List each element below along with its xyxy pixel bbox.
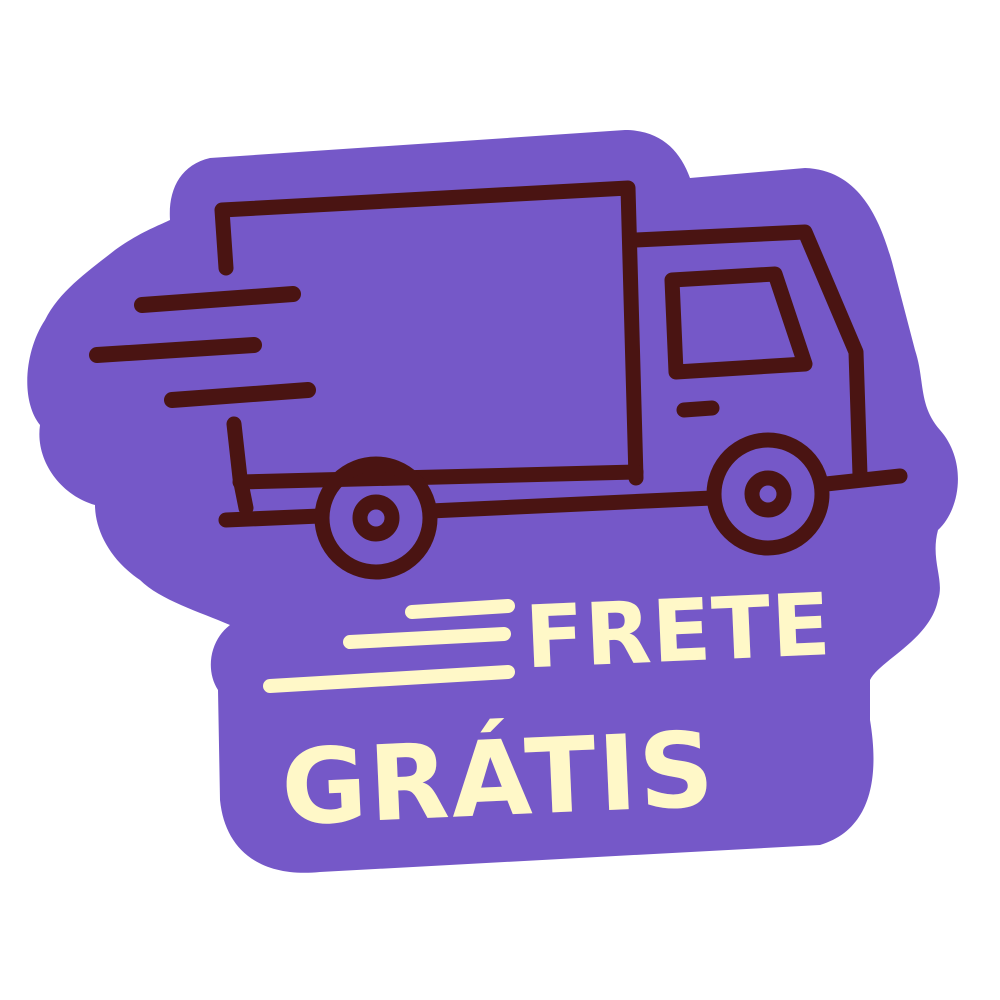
badge-line-frete: FRETE — [523, 575, 833, 688]
truck-chassis-right — [818, 468, 908, 492]
badge-line-gratis: GRÁTIS — [279, 708, 718, 849]
speed-line-middle — [89, 337, 262, 363]
text-motion-line-2 — [343, 627, 511, 649]
free-shipping-sticker: FRETE GRÁTIS — [27, 130, 958, 873]
speed-line-bottom — [164, 382, 316, 408]
text-motion-line-1 — [405, 599, 515, 619]
truck-cargo-floor — [232, 464, 644, 490]
speed-line-top — [134, 286, 301, 313]
truck-chassis-left — [218, 508, 328, 528]
truck-door-handle — [676, 400, 720, 418]
